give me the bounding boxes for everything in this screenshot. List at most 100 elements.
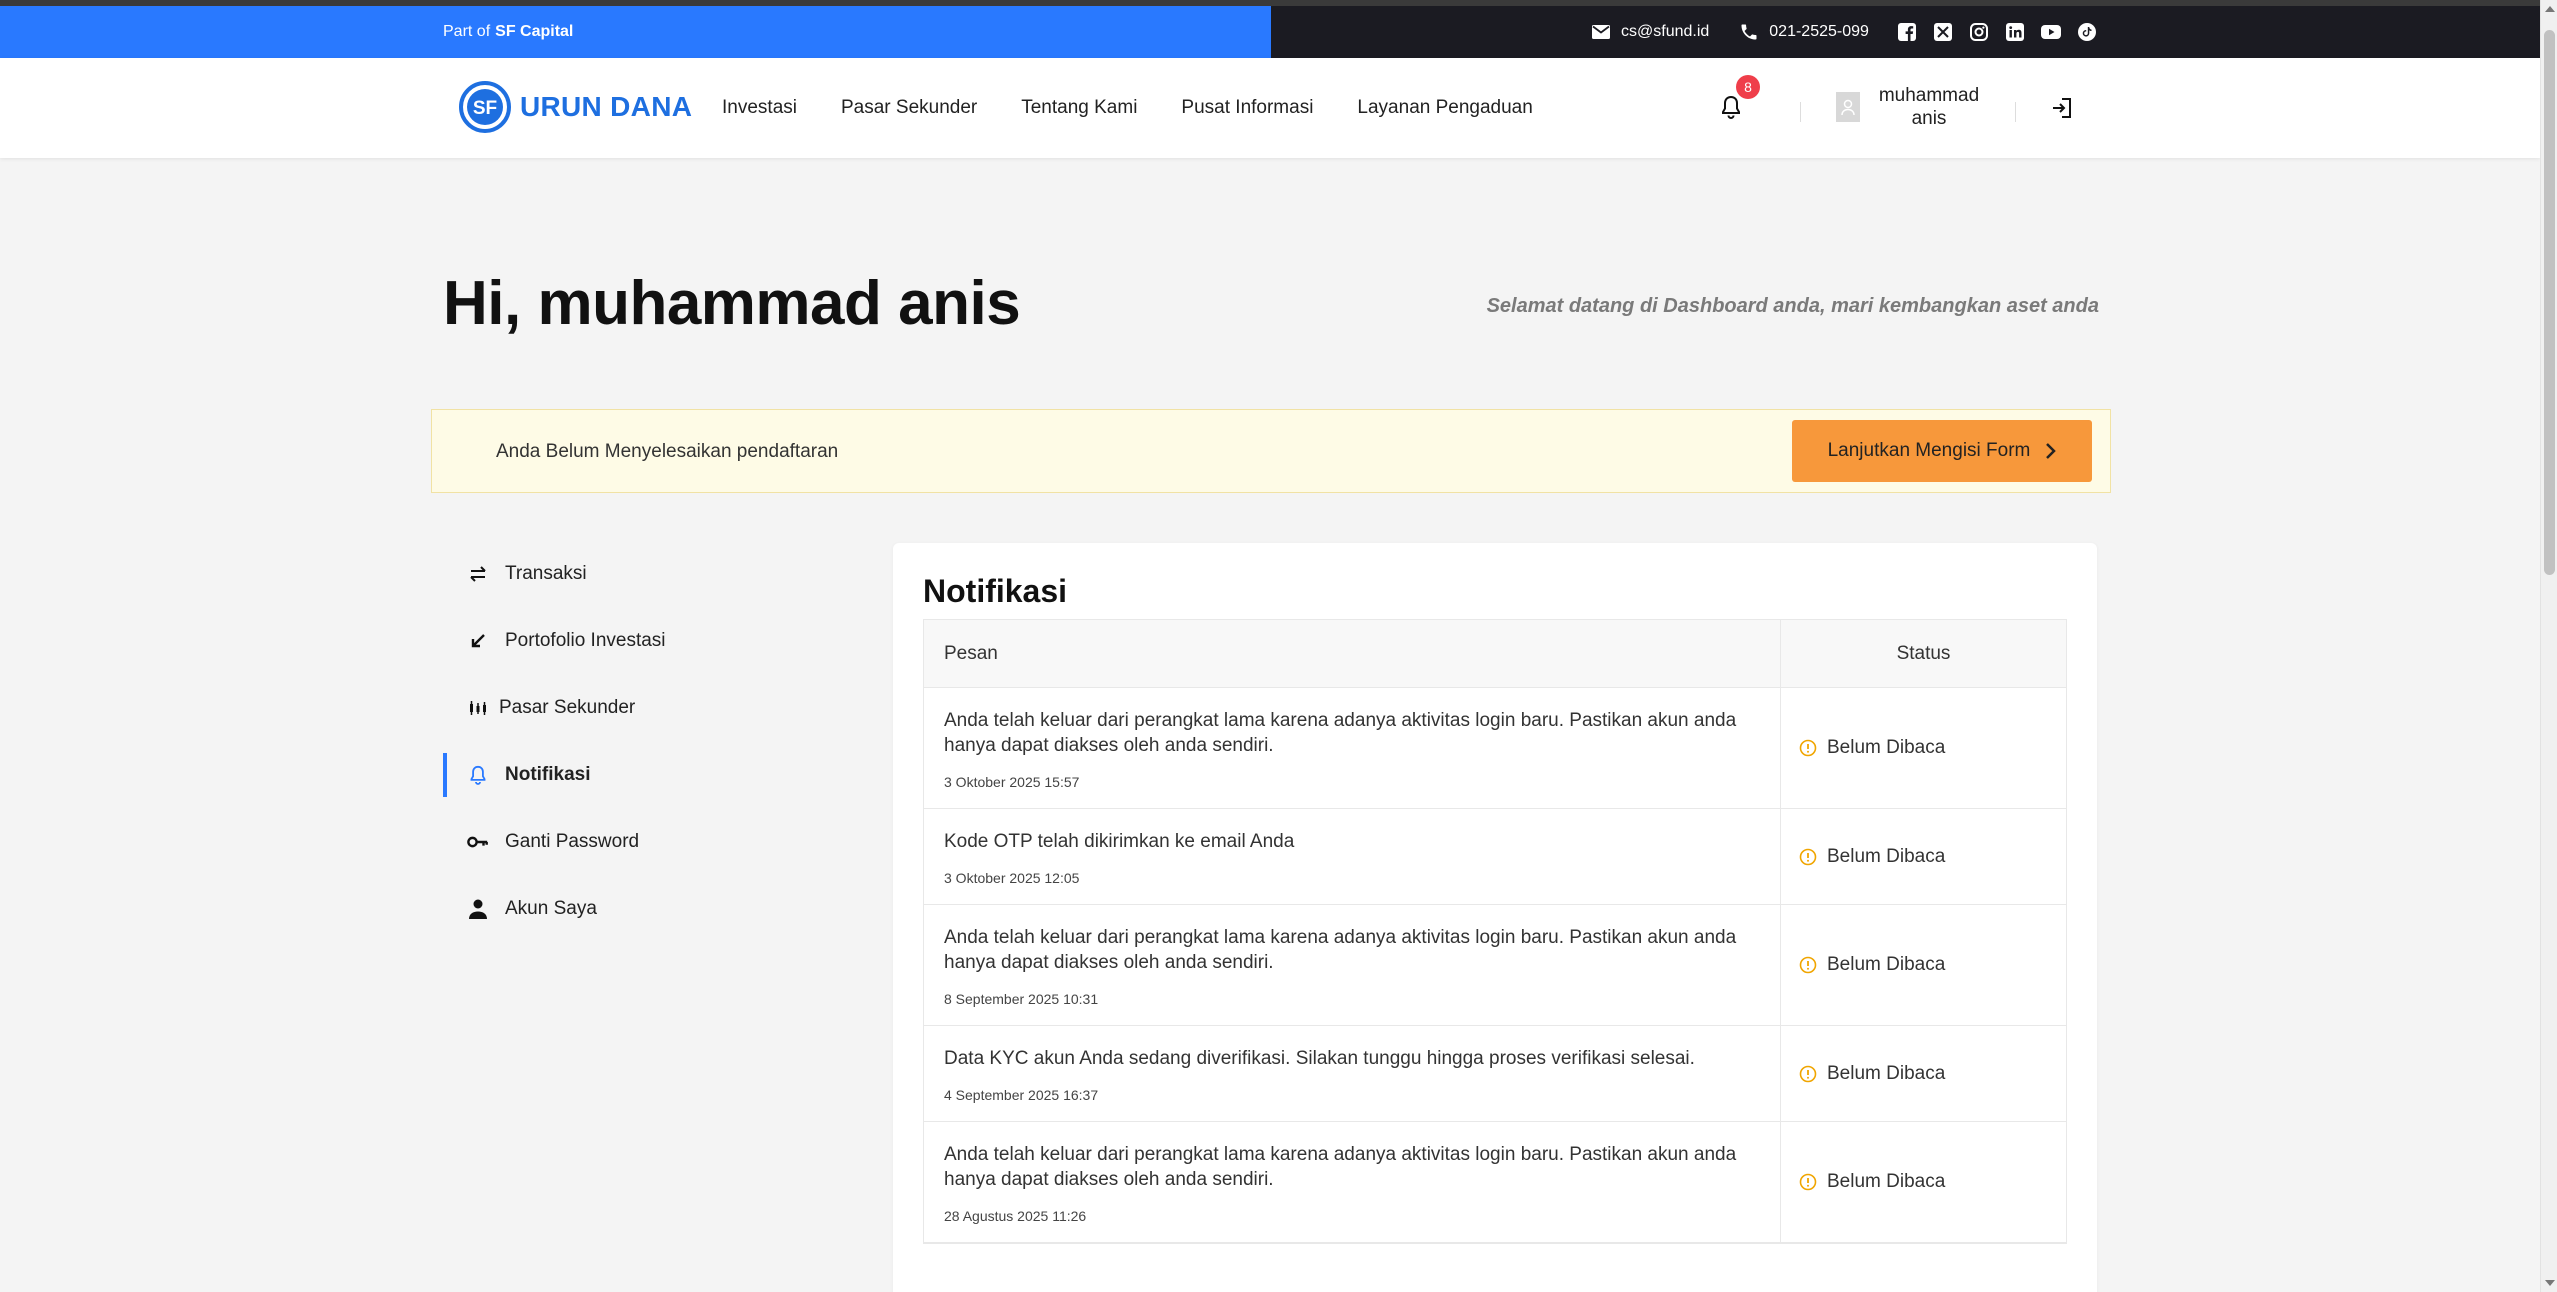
notification-date: 3 Oktober 2025 15:57 — [944, 774, 1080, 790]
scroll-down-icon[interactable] — [2545, 1280, 2555, 1286]
top-info-bar: Part of SF Capital cs@sfund.id 021-2525-… — [0, 6, 2540, 58]
status-cell: Belum Dibaca — [1781, 905, 2066, 1025]
continue-form-label: Lanjutkan Mengisi Form — [1827, 440, 2031, 461]
chevron-right-icon — [2046, 443, 2057, 459]
table-header: Pesan Status — [924, 620, 2066, 688]
page-title: Hi, muhammad anis — [443, 269, 1021, 338]
sidebar-item-notifikasi[interactable]: Notifikasi — [443, 741, 803, 808]
notification-date: 4 September 2025 16:37 — [944, 1087, 1099, 1103]
sidebar-item-akun-saya[interactable]: Akun Saya — [443, 875, 803, 942]
sidebar-item-label: Transaksi — [505, 562, 587, 584]
youtube-icon[interactable] — [2040, 22, 2061, 42]
nav-link-tentang-kami[interactable]: Tentang Kami — [1021, 97, 1137, 119]
message-cell: Kode OTP telah dikirimkan ke email Anda … — [924, 809, 1781, 904]
alert-message: Anda Belum Menyelesaikan pendaftaran — [496, 441, 839, 462]
contact-phone[interactable]: 021-2525-099 — [1739, 22, 1869, 42]
status-cell: Belum Dibaca — [1781, 688, 2066, 808]
info-icon — [1799, 1173, 1817, 1191]
sidebar-item-label: Akun Saya — [505, 897, 597, 919]
x-icon[interactable] — [1933, 22, 1953, 42]
parent-brand[interactable]: SF Capital — [495, 23, 573, 41]
user-placeholder-icon — [1841, 99, 1855, 116]
table-row[interactable]: Kode OTP telah dikirimkan ke email Anda … — [924, 809, 2066, 905]
tiktok-icon[interactable] — [2077, 22, 2097, 42]
notification-message: Data KYC akun Anda sedang diverifikasi. … — [944, 1048, 1695, 1069]
scrollbar-thumb[interactable] — [2544, 30, 2555, 575]
logo-text: URUN DANA — [520, 91, 693, 122]
avatar — [1836, 92, 1860, 122]
bell-icon — [1722, 95, 1740, 119]
logout-button[interactable] — [2050, 96, 2074, 125]
info-icon — [1799, 1065, 1817, 1082]
arrow-down-left-icon — [467, 630, 489, 652]
sidebar-item-transaksi[interactable]: Transaksi — [443, 540, 803, 607]
message-cell: Anda telah keluar dari perangkat lama ka… — [924, 688, 1781, 808]
sidebar-item-label: Ganti Password — [505, 830, 640, 852]
status-badge: Belum Dibaca — [1827, 737, 1946, 758]
status-badge: Belum Dibaca — [1827, 954, 1946, 975]
dashboard-sidebar: Transaksi Portofolio Investasi Pasar Sek… — [443, 540, 803, 942]
scroll-up-icon[interactable] — [2545, 6, 2555, 12]
notification-message: Anda telah keluar dari perangkat lama ka… — [944, 710, 1737, 756]
notification-message: Anda telah keluar dari perangkat lama ka… — [944, 927, 1737, 973]
notification-count-badge: 8 — [1736, 75, 1760, 99]
sidebar-item-label: Pasar Sekunder — [499, 696, 636, 718]
welcome-subtitle: Selamat datang di Dashboard anda, mari k… — [1486, 295, 2099, 317]
status-badge: Belum Dibaca — [1827, 845, 1946, 867]
candlestick-icon — [467, 697, 489, 719]
logo-mark-icon: SF — [459, 81, 511, 133]
site-logo[interactable]: SF URUN DANA — [458, 80, 692, 134]
status-badge: Belum Dibaca — [1827, 1171, 1946, 1192]
table-row[interactable]: Data KYC akun Anda sedang diverifikasi. … — [924, 1026, 2066, 1122]
facebook-icon[interactable] — [1897, 22, 1917, 42]
bell-icon — [467, 764, 489, 786]
key-icon — [467, 831, 489, 853]
sidebar-item-label: Portofolio Investasi — [505, 629, 666, 651]
social-links — [1897, 22, 2097, 42]
sidebar-item-label: Notifikasi — [505, 763, 591, 785]
contact-email[interactable]: cs@sfund.id — [1591, 22, 1709, 42]
linkedin-icon[interactable] — [2005, 22, 2025, 42]
notification-date: 3 Oktober 2025 12:05 — [944, 870, 1080, 886]
nav-link-pusat-informasi[interactable]: Pusat Informasi — [1181, 97, 1313, 119]
contact-email-text: cs@sfund.id — [1621, 23, 1710, 40]
message-cell: Anda telah keluar dari perangkat lama ka… — [924, 905, 1781, 1025]
notifications-table: Pesan Status Anda telah keluar dari pera… — [923, 619, 2067, 1244]
table-row[interactable]: Anda telah keluar dari perangkat lama ka… — [924, 688, 2066, 809]
info-icon — [1799, 739, 1817, 757]
nav-link-layanan-pengaduan[interactable]: Layanan Pengaduan — [1357, 97, 1532, 119]
mail-icon — [1591, 22, 1611, 42]
notifications-card: Notifikasi Pesan Status Anda telah kelua… — [893, 543, 2097, 1292]
swap-icon — [467, 563, 489, 585]
column-header-status: Status — [1896, 642, 1951, 664]
info-icon — [1799, 848, 1817, 865]
table-row[interactable]: Anda telah keluar dari perangkat lama ka… — [924, 905, 2066, 1026]
contact-bar: cs@sfund.id 021-2525-099 — [1271, 6, 2540, 58]
nav-link-pasar-sekunder[interactable]: Pasar Sekunder — [841, 97, 977, 119]
notifications-title: Notifikasi — [923, 573, 1068, 609]
page-scrollbar[interactable] — [2540, 0, 2557, 1292]
table-row[interactable]: Anda telah keluar dari perangkat lama ka… — [924, 1122, 2066, 1243]
info-icon — [1799, 956, 1817, 974]
part-of-banner: Part of SF Capital — [0, 6, 1271, 58]
nav-link-investasi[interactable]: Investasi — [722, 97, 797, 119]
continue-form-button[interactable]: Lanjutkan Mengisi Form — [1792, 420, 2092, 482]
sidebar-item-portofolio[interactable]: Portofolio Investasi — [443, 607, 803, 674]
status-badge: Belum Dibaca — [1827, 1062, 1946, 1084]
logout-icon — [2053, 98, 2071, 118]
notification-bell-button[interactable]: 8 — [1720, 75, 1760, 124]
notification-message: Kode OTP telah dikirimkan ke email Anda — [944, 831, 1295, 852]
status-cell: Belum Dibaca — [1781, 1026, 2066, 1121]
part-of-label: Part of — [443, 23, 491, 40]
notification-date: 28 Agustus 2025 11:26 — [944, 1208, 1087, 1224]
phone-icon — [1739, 22, 1759, 42]
column-header-message: Pesan — [924, 620, 1781, 687]
primary-nav: Investasi Pasar Sekunder Tentang Kami Pu… — [722, 58, 1533, 158]
registration-alert: Anda Belum Menyelesaikan pendaftaran Lan… — [431, 409, 2111, 493]
main-navbar: SF URUN DANA Investasi Pasar Sekunder Te… — [0, 58, 2540, 158]
notification-date: 8 September 2025 10:31 — [944, 991, 1099, 1007]
user-menu[interactable]: muhammad anis — [1836, 84, 1984, 130]
sidebar-item-ganti-password[interactable]: Ganti Password — [443, 808, 803, 875]
sidebar-item-pasar-sekunder[interactable]: Pasar Sekunder — [443, 674, 803, 741]
instagram-icon[interactable] — [1969, 22, 1989, 42]
